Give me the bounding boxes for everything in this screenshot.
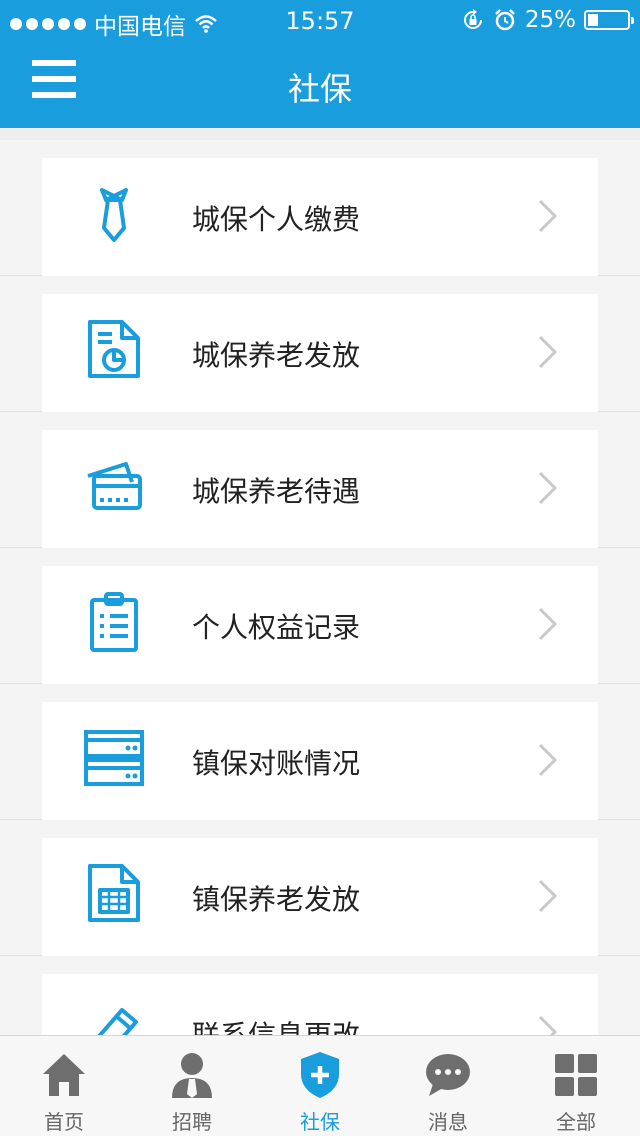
list-row: 城保养老待遇 <box>0 412 640 548</box>
list-row: 镇保对账情况 <box>0 684 640 820</box>
tab-label: 社保 <box>300 1110 340 1134</box>
menu-item-label: 联系信息更改 <box>192 1019 361 1036</box>
pencil-icon <box>96 1008 138 1036</box>
list-row: 城保个人缴费 <box>0 140 640 276</box>
menu-item-label: 镇保对账情况 <box>192 747 361 780</box>
chevron-right-icon <box>538 199 558 233</box>
menu-item-label: 镇保养老发放 <box>192 883 361 916</box>
page-title: 社保 <box>287 70 352 108</box>
list-row: 城保养老发放 <box>0 276 640 412</box>
tab-label: 首页 <box>44 1110 84 1134</box>
chat-bubble-icon <box>426 1054 470 1096</box>
tab-all[interactable]: 全部 <box>512 1036 640 1136</box>
tab-label: 全部 <box>556 1110 596 1134</box>
status-bar: 中国电信 15:57 25% <box>0 0 640 40</box>
tab-recruitment[interactable]: 招聘 <box>128 1036 256 1136</box>
bottom-tab-bar: 首页 招聘 社保 消息 全部 <box>0 1035 640 1136</box>
tab-messages[interactable]: 消息 <box>384 1036 512 1136</box>
menu-item-label: 个人权益记录 <box>192 611 361 644</box>
tab-social-security[interactable]: 社保 <box>256 1036 384 1136</box>
menu-item-city-pension-benefits[interactable]: 城保养老待遇 <box>42 430 598 548</box>
list-row: 镇保养老发放 <box>0 820 640 956</box>
chevron-right-icon <box>538 335 558 369</box>
server-icon <box>84 730 144 786</box>
menu-item-town-pension-payout[interactable]: 镇保养老发放 <box>42 838 598 956</box>
person-tie-icon <box>172 1053 212 1098</box>
battery-icon <box>584 10 634 30</box>
tab-home[interactable]: 首页 <box>0 1036 128 1136</box>
menu-item-label: 城保养老发放 <box>192 339 361 372</box>
menu-item-personal-rights-record[interactable]: 个人权益记录 <box>42 566 598 684</box>
document-chart-icon <box>88 320 140 378</box>
chevron-right-icon <box>538 471 558 505</box>
shield-plus-icon <box>301 1052 339 1098</box>
bank-card-icon <box>87 462 142 510</box>
menu-item-label: 城保个人缴费 <box>192 203 361 236</box>
list-row: 个人权益记录 <box>0 548 640 684</box>
menu-item-city-pension-payout[interactable]: 城保养老发放 <box>42 294 598 412</box>
chevron-right-icon <box>538 607 558 641</box>
alarm-icon <box>494 9 515 31</box>
tab-label: 消息 <box>428 1110 468 1134</box>
grid-icon <box>555 1054 597 1096</box>
menu-item-contact-info-change[interactable]: 联系信息更改 <box>42 974 598 1036</box>
menu-item-label: 城保养老待遇 <box>192 475 361 508</box>
tie-icon <box>100 188 128 242</box>
list-row: 联系信息更改 <box>0 956 640 1036</box>
chevron-right-icon <box>538 879 558 913</box>
rotation-lock-icon <box>463 9 482 29</box>
menu-item-town-reconciliation[interactable]: 镇保对账情况 <box>42 702 598 820</box>
spreadsheet-icon <box>88 864 140 922</box>
service-list: 城保个人缴费 城保养老发放 城保养老待遇 个人权益记录 镇保对账情况 镇保养老发… <box>0 140 640 1036</box>
chevron-right-icon <box>538 1015 558 1036</box>
menu-item-city-personal-payment[interactable]: 城保个人缴费 <box>42 158 598 276</box>
clipboard-list-icon <box>90 592 138 652</box>
chevron-right-icon <box>538 743 558 777</box>
home-icon <box>43 1054 85 1096</box>
navigation-bar: 社保 <box>0 40 640 128</box>
tab-label: 招聘 <box>172 1110 212 1134</box>
battery-percent: 25% <box>524 7 576 33</box>
